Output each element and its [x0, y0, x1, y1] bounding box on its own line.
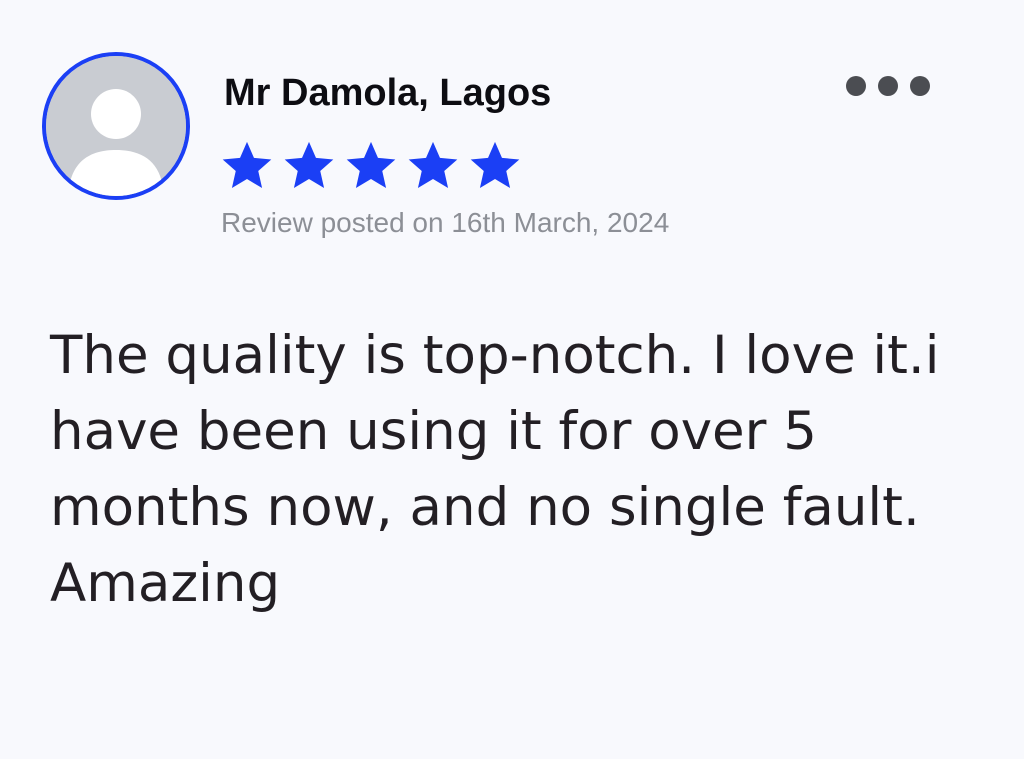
star-filled-icon [222, 141, 272, 189]
more-options-button[interactable] [846, 72, 936, 100]
review-text: The quality is top-notch. I love it.i ha… [50, 325, 940, 614]
star-filled-icon [408, 141, 458, 189]
star-filled-icon [284, 141, 334, 189]
more-horizontal-icon-dot-2 [878, 76, 898, 96]
avatar [42, 52, 190, 200]
star-rating [220, 140, 522, 192]
more-horizontal-icon-dot-3 [910, 76, 930, 96]
review-card: Mr Damola, Lagos Review posted on 16th M… [0, 0, 1024, 759]
reviewer-name: Mr Damola, Lagos [224, 72, 552, 114]
star-filled-icon [470, 141, 520, 189]
star-filled-icon [346, 141, 396, 189]
user-placeholder-icon [46, 56, 186, 196]
review-date: Review posted on 16th March, 2024 [221, 207, 670, 238]
more-horizontal-icon-dot-1 [846, 76, 866, 96]
